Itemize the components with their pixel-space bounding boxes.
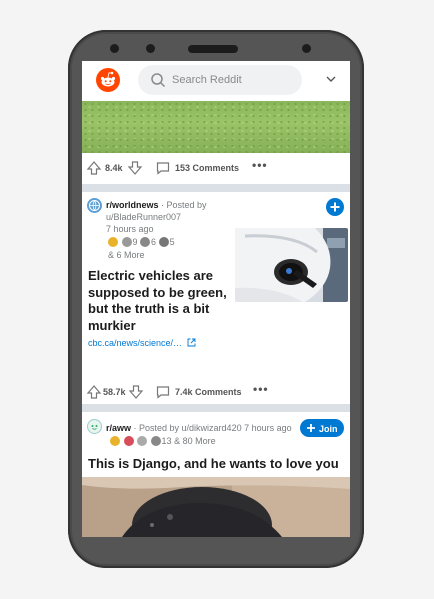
awards-row[interactable]: 13 & 80 More <box>110 436 216 446</box>
upvote-icon[interactable] <box>86 160 102 176</box>
post-meta: r/worldnews · Posted by u/BladeRunner007… <box>106 199 236 235</box>
plus-icon <box>307 423 316 432</box>
chevron-down-icon[interactable] <box>324 72 338 86</box>
post-link[interactable]: cbc.ca/news/science/… <box>88 338 196 348</box>
post-action-bar: 58.7k 7.4k Comments ••• <box>82 380 350 404</box>
upvote-icon[interactable] <box>86 384 102 400</box>
award-icon <box>110 436 120 446</box>
subreddit-name[interactable]: r/worldnews <box>106 200 159 210</box>
post-separator <box>82 404 350 412</box>
reddit-logo-icon[interactable] <box>96 68 120 92</box>
more-awards[interactable]: & 6 More <box>108 250 145 260</box>
post-time: 7 hours ago <box>106 224 154 234</box>
vote-score: 58.7k <box>103 387 126 397</box>
more-options-icon[interactable]: ••• <box>252 158 268 172</box>
search-icon <box>151 73 166 88</box>
comments-count[interactable]: 7.4k Comments <box>175 387 242 397</box>
award-icon <box>158 237 169 247</box>
comment-icon[interactable] <box>155 384 171 400</box>
award-icon <box>150 436 161 446</box>
award-icon <box>108 237 118 247</box>
more-options-icon[interactable]: ••• <box>253 382 269 396</box>
top-bar <box>82 61 350 101</box>
post-action-bar: 8.4k 153 Comments ••• <box>82 156 350 180</box>
award-icon <box>137 436 148 446</box>
post-author[interactable]: u/BladeRunner007 <box>106 212 181 222</box>
award-count: 9 <box>132 237 138 247</box>
vote-score: 8.4k <box>105 163 123 173</box>
award-count: 13 <box>161 436 172 446</box>
join-plus-button[interactable] <box>326 198 344 216</box>
join-label: Join <box>319 423 338 434</box>
search-input[interactable] <box>172 72 292 88</box>
subreddit-aww-icon[interactable] <box>87 419 102 434</box>
downvote-icon[interactable] <box>128 384 144 400</box>
app-screen: 8.4k 153 Comments ••• r/worldnews · Post… <box>82 61 350 537</box>
comment-icon[interactable] <box>155 160 171 176</box>
post-link-text[interactable]: cbc.ca/news/science/… <box>88 338 182 348</box>
subreddit-globe-icon[interactable] <box>87 198 102 213</box>
post-title[interactable]: Electric vehicles are supposed to be gre… <box>88 268 228 334</box>
external-link-icon <box>187 338 196 347</box>
award-icon <box>140 237 151 247</box>
search-bar[interactable] <box>138 65 302 95</box>
speaker-grille <box>188 45 238 53</box>
post-thumbnail-ev-charging[interactable] <box>235 228 348 302</box>
award-icon <box>121 237 132 247</box>
subreddit-name[interactable]: r/aww <box>106 423 131 433</box>
more-awards[interactable]: & 80 More <box>174 436 216 446</box>
sensor-icon <box>146 44 155 53</box>
join-button[interactable]: Join <box>300 419 344 437</box>
camera-icon <box>110 44 119 53</box>
post-separator <box>82 184 350 192</box>
award-icon <box>123 436 134 446</box>
downvote-icon[interactable] <box>127 160 143 176</box>
awards-row[interactable]: 9 6 5 <box>108 237 175 247</box>
comments-count[interactable]: 153 Comments <box>175 163 239 173</box>
post-image-dog[interactable] <box>82 477 350 537</box>
post-meta: r/aww · Posted by u/dikwizard420 7 hours… <box>106 422 292 434</box>
posted-by-label: · Posted by u/dikwizard420 7 hours ago <box>131 423 292 433</box>
post-image-grass[interactable] <box>82 101 350 153</box>
posted-by-label: · Posted by <box>158 200 207 210</box>
post-title[interactable]: This is Django, and he wants to love you <box>88 455 348 472</box>
front-camera-icon <box>302 44 311 53</box>
award-count: 6 <box>151 237 157 247</box>
award-count: 5 <box>169 237 175 247</box>
